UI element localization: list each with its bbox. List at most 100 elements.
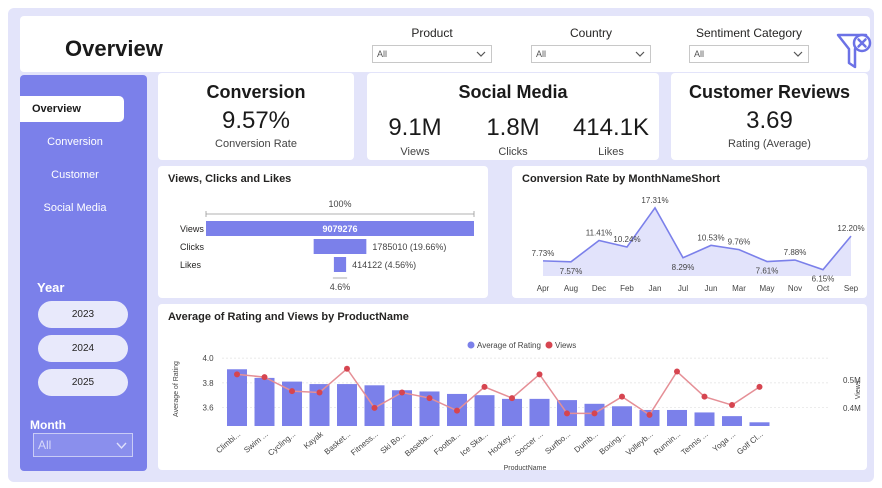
rating-bar [694, 412, 715, 426]
combo-y-tick: 3.6 [202, 404, 214, 413]
conversion-kpi-label: Conversion Rate [215, 138, 297, 150]
combo-x-tick: Climbi... [214, 430, 242, 455]
product-filter-select[interactable]: All [372, 45, 492, 63]
combo-x-tick: Soccer ... [513, 430, 545, 459]
combo-x-tick: Cycling... [266, 430, 297, 458]
combo-x-tick: Tennis ... [679, 430, 709, 457]
conversion-kpi-card: Conversion 9.57% Conversion Rate [158, 73, 354, 160]
conversion-kpi-value: 9.57% [221, 107, 291, 134]
product-filter-label: Product [411, 26, 453, 40]
rating-views-chart-card: Average of Rating and Views by ProductNa… [158, 304, 867, 470]
rating-bar [667, 409, 687, 426]
likes-metric-value: 414.1K [572, 114, 650, 141]
funnel-bar-likes [333, 257, 347, 272]
rating-bar [502, 398, 522, 426]
views-point [481, 383, 488, 390]
legend-rating-label: Average of Rating [477, 341, 541, 350]
conversion-data-label: 10.24% [613, 235, 640, 244]
combo-x-tick: Baseba... [403, 430, 435, 459]
page-title: Overview [65, 36, 163, 61]
conversion-data-label: 17.31% [641, 196, 668, 205]
conversion-month-chart-card: Conversion Rate by MonthNameShort 7.73% A… [512, 166, 867, 298]
social-media-kpi-card: Social Media 9.1M Views 1.8M Clicks 414.… [367, 73, 659, 160]
rating-bar [722, 416, 742, 426]
nav-conversion[interactable]: Conversion [20, 129, 130, 155]
year-2025-button[interactable]: 2025 [38, 369, 128, 396]
views-point [536, 371, 543, 378]
country-filter: Country All [531, 26, 651, 63]
views-point [564, 410, 570, 417]
combo-x-tick: Ice Ska... [458, 430, 489, 458]
year-2023-button[interactable]: 2023 [38, 301, 128, 328]
combo-x-tick: Boxing... [598, 430, 628, 457]
conversion-x-tick: Dec [592, 284, 606, 293]
views-point [371, 404, 378, 411]
month-select[interactable]: All [33, 433, 133, 457]
combo-x-tick: Fitness... [349, 430, 380, 458]
likes-metric: 414.1K Likes [566, 114, 656, 158]
reviews-kpi-title: Customer Reviews [688, 82, 851, 102]
legend-views-label: Views [555, 341, 576, 350]
year-heading: Year [37, 280, 65, 295]
conversion-data-label: 6.15% [812, 275, 835, 284]
views-metric-value: 9.1M [388, 114, 442, 141]
conversion-data-label: 7.61% [756, 267, 779, 276]
views-metric: 9.1M Views [370, 114, 460, 158]
country-filter-select[interactable]: All [531, 45, 651, 63]
likes-metric-label: Likes [598, 146, 624, 158]
nav-social-media[interactable]: Social Media [20, 195, 130, 221]
views-point [344, 365, 350, 372]
rating-bar [227, 369, 247, 426]
combo-x-tick: Surfbo... [543, 430, 572, 456]
conversion-x-tick: Jul [678, 284, 688, 293]
views-point [454, 407, 460, 414]
sentiment-filter: Sentiment Category All [689, 26, 809, 63]
conversion-data-label: 7.88% [784, 248, 807, 257]
chevron-down-icon [116, 442, 127, 450]
legend-rating-marker [467, 341, 475, 349]
rating-bar [529, 398, 550, 426]
chevron-down-icon [476, 51, 486, 57]
conversion-x-tick: Oct [817, 284, 830, 293]
combo-x-tick: Kayak [302, 429, 326, 451]
month-heading: Month [30, 418, 66, 432]
combo-x-tick: Runnin... [652, 430, 682, 457]
conversion-data-label: 10.53% [697, 233, 724, 242]
conversion-x-tick: Jan [649, 284, 662, 293]
nav-overview[interactable]: Overview [20, 96, 124, 122]
conversion-x-tick: Sep [844, 284, 859, 293]
sentiment-filter-label: Sentiment Category [695, 26, 803, 40]
views-point [261, 374, 268, 381]
conversion-data-label: 8.29% [672, 263, 695, 272]
country-filter-value: All [536, 49, 547, 59]
year-2024-button[interactable]: 2024 [38, 335, 128, 362]
conversion-x-tick: Mar [732, 284, 746, 293]
nav-customer[interactable]: Customer [20, 162, 130, 188]
combo-y2-axis-label: Views [855, 380, 862, 399]
sentiment-filter-value: All [694, 49, 705, 59]
conversion-data-label: 12.20% [837, 224, 864, 233]
combo-x-tick: Footba... [432, 430, 462, 457]
combo-x-tick: Volleyb... [624, 430, 655, 458]
conversion-x-tick: Jun [705, 284, 718, 293]
combo-x-tick: Golf Cl... [735, 430, 765, 457]
funnel-chart-card: Views, Clicks and Likes 100% Views 9079276… [158, 166, 488, 298]
conversion-data-label: 11.41% [586, 228, 613, 237]
social-media-kpi-title: Social Media [458, 82, 568, 102]
sentiment-filter-select[interactable]: All [689, 45, 809, 63]
funnel-bar-clicks [313, 239, 367, 254]
combo-y-tick: 3.8 [202, 379, 214, 388]
funnel-category-label: Likes [180, 260, 202, 270]
views-point [619, 393, 625, 400]
funnel-category-label: Views [180, 224, 204, 234]
combo-x-tick: Dumb... [573, 430, 600, 455]
reviews-kpi-card: Customer Reviews 3.69 Rating (Average) [671, 73, 868, 160]
product-filter: Product All [372, 26, 492, 63]
conversion-data-label: 7.73% [532, 249, 555, 258]
funnel-category-label: Clicks [180, 242, 204, 252]
conversion-x-tick: May [759, 284, 774, 293]
views-point [756, 383, 763, 390]
clear-filters-icon[interactable] [836, 32, 874, 72]
funnel-top-label: 100% [328, 199, 351, 209]
rating-bar [749, 422, 770, 426]
